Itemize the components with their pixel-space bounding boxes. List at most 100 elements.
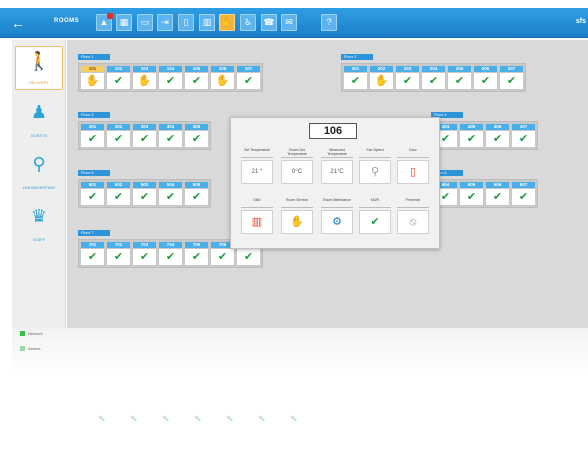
room-tile[interactable]: 102 ✔	[107, 66, 130, 89]
room-tile[interactable]: 101 ✋	[81, 66, 104, 89]
room-tile[interactable]: 503 ✔	[133, 182, 156, 205]
room-number: 701	[81, 242, 104, 248]
room-tile[interactable]: 702 ✔	[107, 242, 130, 265]
room-number: 206	[474, 66, 497, 72]
room-number: 102	[107, 66, 130, 72]
room-tile[interactable]: 104 ✔	[159, 66, 182, 89]
check-reflection-icon: ✔	[161, 412, 171, 423]
room-tile[interactable]: 606 ✔	[486, 182, 509, 205]
heater-icon[interactable]: ▥	[199, 14, 215, 31]
grid-icon[interactable]: ▦	[116, 14, 132, 31]
check-icon: ✔	[460, 189, 483, 205]
fan-icon[interactable]: ⚲	[359, 160, 391, 184]
popup-cell-label: Presence	[397, 198, 429, 208]
check-icon: ✔	[107, 131, 130, 147]
check-icon[interactable]: ✔	[359, 210, 391, 234]
check-icon: ✔	[500, 73, 523, 89]
room-tile[interactable]: 301 ✔	[81, 124, 104, 147]
room-number: 103	[133, 66, 156, 72]
nav-item-staff[interactable]: ♛ STAFF	[15, 202, 63, 246]
room-tile[interactable]: 201 ✔	[344, 66, 367, 89]
room-number: 702	[107, 242, 130, 248]
nav-item-delivery[interactable]: 🚶 DELIVERY	[15, 46, 63, 90]
thermostat-stepper[interactable]: 21 °	[241, 160, 273, 184]
help-icon[interactable]: ?	[321, 14, 337, 31]
user-label[interactable]: sfs	[576, 18, 586, 25]
room-tile[interactable]: 203 ✔	[396, 66, 419, 89]
dnd-icon[interactable]: ▥	[241, 210, 273, 234]
room-tile[interactable]: 204 ✔	[422, 66, 445, 89]
room-tile[interactable]: 501 ✔	[81, 182, 104, 205]
room-tile[interactable]: 304 ✔	[159, 124, 182, 147]
check-icon: ✔	[185, 189, 208, 205]
room-tile[interactable]: 701 ✔	[81, 242, 104, 265]
check-reflection-icon: ✔	[129, 412, 139, 423]
room-tile[interactable]: 106 ✋	[211, 66, 234, 89]
room-tile[interactable]: 504 ✔	[159, 182, 182, 205]
room-number: 106	[211, 66, 234, 72]
room-tile[interactable]: 205 ✔	[448, 66, 471, 89]
phone-icon[interactable]: ☎	[261, 14, 277, 31]
monitor-icon[interactable]: ▭	[137, 14, 153, 31]
room-tile[interactable]: 303 ✔	[133, 124, 156, 147]
check-icon: ✔	[512, 131, 535, 147]
room-tile[interactable]: 607 ✔	[512, 182, 535, 205]
housekeeping-icon: ⚲	[32, 154, 46, 174]
temp-icon[interactable]: 0°C	[281, 160, 313, 184]
room-tile[interactable]: 605 ✔	[460, 182, 483, 205]
room-number: 204	[422, 66, 445, 72]
door-icon[interactable]: ▯	[397, 160, 429, 184]
check-icon: ✔	[159, 249, 182, 265]
attendance-icon[interactable]: ⚙	[321, 210, 353, 234]
popup-cell-label: Measured Temperature	[321, 148, 353, 158]
room-number: 405	[460, 124, 483, 130]
room-tile[interactable]: 405 ✔	[460, 124, 483, 147]
room-row: 604 ✔ 605 ✔ 606 ✔ 607 ✔	[431, 179, 538, 208]
check-reflection-icon: ✔	[97, 412, 107, 423]
nav-item-guests[interactable]: ♟ GUESTS	[15, 98, 63, 142]
room-tile[interactable]: 103 ✋	[133, 66, 156, 89]
room-number: 503	[133, 182, 156, 188]
room-tile[interactable]: 105 ✔	[185, 66, 208, 89]
room-row: 301 ✔ 302 ✔ 303 ✔ 304 ✔ 305 ✔	[78, 121, 211, 150]
room-number: 705	[185, 242, 208, 248]
room-tile[interactable]: 502 ✔	[107, 182, 130, 205]
room-number: 303	[133, 124, 156, 130]
check-icon: ✔	[133, 189, 156, 205]
cleaning-icon[interactable]: ♿	[240, 14, 256, 31]
nav-item-housekeeping[interactable]: ⚲ HOUSEKEEPING	[15, 150, 63, 194]
delivery-icon: 🚶	[27, 51, 51, 71]
room-number: 302	[107, 124, 130, 130]
message-icon[interactable]: ✉	[281, 14, 297, 31]
room-tile[interactable]: 206 ✔	[474, 66, 497, 89]
room-tile[interactable]: 207 ✔	[500, 66, 523, 89]
door-enter-icon[interactable]: ⇥	[157, 14, 173, 31]
room-tile[interactable]: 406 ✔	[486, 124, 509, 147]
room-tile[interactable]: 305 ✔	[185, 124, 208, 147]
room-tile[interactable]: 705 ✔	[185, 242, 208, 265]
room-service-icon[interactable]: ✋	[281, 210, 313, 234]
room-tile[interactable]: 107 ✔	[237, 66, 260, 89]
check-icon: ✔	[474, 73, 497, 89]
room-number: 202	[370, 66, 393, 72]
room-tile[interactable]: 703 ✔	[133, 242, 156, 265]
room-tile[interactable]: 407 ✔	[512, 124, 535, 147]
service-icon[interactable]: ✋	[219, 14, 235, 31]
temp-icon[interactable]: 21°C	[321, 160, 353, 184]
room-tile[interactable]: 202 ✋	[370, 66, 393, 89]
room-tile[interactable]: 302 ✔	[107, 124, 130, 147]
room-tile[interactable]: 704 ✔	[159, 242, 182, 265]
guest-icon: ♟	[30, 102, 48, 122]
alert-icon[interactable]: ▲	[96, 13, 113, 31]
popup-cell-label: Door	[397, 148, 429, 158]
presence-icon[interactable]: ⦸	[397, 210, 429, 234]
room-tile[interactable]: 505 ✔	[185, 182, 208, 205]
room-number: 305	[185, 124, 208, 130]
popup-cell: Presence ⦸	[397, 198, 429, 234]
check-icon: ✔	[107, 249, 130, 265]
back-arrow-icon[interactable]: ←	[8, 13, 28, 33]
door-icon[interactable]: ▯	[178, 14, 194, 31]
floor-group: Floor 2 201 ✔ 202 ✋ 203 ✔ 204 ✔ 205 ✔ 206 ✔ 207 ✔	[341, 54, 526, 92]
popup-cell-label: Set Temperature	[241, 148, 273, 158]
check-icon: ✔	[512, 189, 535, 205]
